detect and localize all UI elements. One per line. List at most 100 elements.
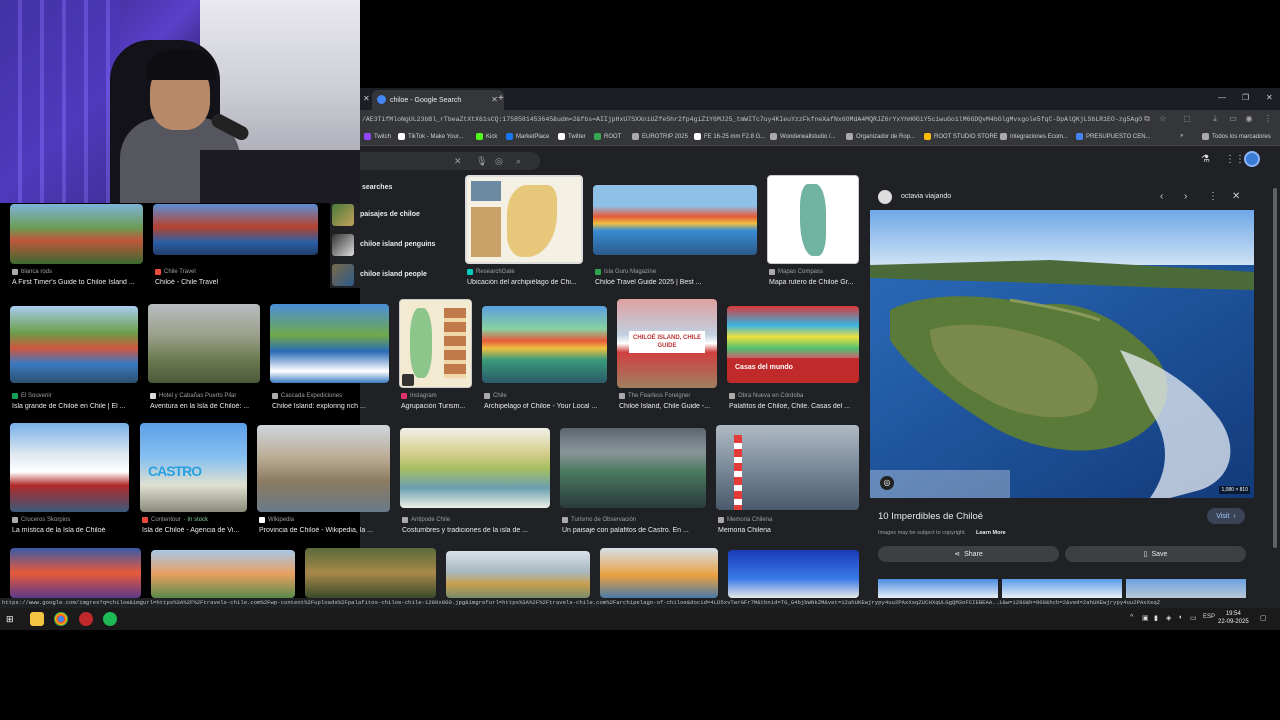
result-image[interactable] (465, 175, 583, 264)
result-title[interactable]: Un paisaje con palafitos de Castro. En .… (562, 527, 708, 534)
extensions-icon[interactable]: ⬚ (1182, 114, 1192, 124)
next-icon[interactable]: › (1184, 191, 1187, 202)
result-title[interactable]: Palafitos de Chiloé, Chile. Casas del ..… (729, 403, 859, 410)
labs-icon[interactable]: ⚗ (1201, 154, 1210, 165)
volume-icon[interactable]: ◖ (1178, 614, 1182, 621)
result-title[interactable]: A First Timer's Guide to Chiloe Island .… (12, 279, 147, 286)
result-image[interactable]: Casas del mundo (727, 306, 859, 383)
save-button[interactable]: ▯ Save (1065, 546, 1246, 562)
result-image[interactable] (482, 306, 607, 383)
result-title[interactable]: Memoria Chilena (718, 527, 861, 534)
related-image[interactable] (878, 579, 998, 598)
result-image[interactable]: CASTRO (140, 423, 247, 512)
result-title[interactable]: Mapa rutero de Chiloé Gr... (769, 279, 859, 286)
bookmark-marketplace[interactable]: MarketPlace (506, 133, 549, 140)
result-title[interactable]: Chiloé - Chile Travel (155, 279, 320, 286)
result-image[interactable] (305, 548, 436, 598)
bookmark-tiktok[interactable]: TikTok - Make Your... (398, 133, 463, 140)
bookmark-twitter[interactable]: Twitter (558, 133, 586, 140)
result-title[interactable]: Aventura en la Isla de Chiloé: ... (150, 403, 262, 410)
visit-button[interactable]: Visit › (1207, 508, 1245, 524)
related-image[interactable] (1002, 579, 1122, 598)
tab-google-search[interactable]: chiloe - Google Search ✕ (372, 90, 504, 110)
window-close-icon[interactable]: ✕ (1266, 93, 1273, 102)
apps-grid-icon[interactable]: ⋮⋮ (1225, 154, 1245, 165)
file-explorer-icon[interactable] (30, 612, 44, 626)
lens-icon[interactable]: ◎ (495, 156, 503, 167)
close-preview-icon[interactable]: ✕ (1232, 191, 1240, 202)
chrome-icon[interactable] (54, 612, 68, 626)
network-icon[interactable]: ◈ (1166, 614, 1171, 622)
spotify-icon[interactable] (103, 612, 117, 626)
windows-start-icon[interactable]: ⊞ (6, 612, 20, 626)
bookmark-root-studio[interactable]: ROOT STUDIO STORE (924, 133, 998, 140)
address-bar[interactable]: /AE3TifMloNgUL23bBl_rTbeaZtXtX61sCQ:1758… (360, 110, 1280, 130)
profile-icon[interactable]: ◉ (1244, 114, 1254, 124)
bookmark-root[interactable]: ROOT (594, 133, 621, 140)
result-image[interactable] (270, 304, 389, 383)
more-bookmarks-icon[interactable]: » (1180, 133, 1183, 139)
download-icon[interactable]: ⤓ (1210, 114, 1220, 124)
result-image[interactable] (593, 185, 757, 255)
previous-icon[interactable]: ‹ (1160, 191, 1163, 202)
bookmark-twitch[interactable]: Twitch (364, 133, 391, 140)
close-icon[interactable]: ✕ (363, 94, 370, 103)
result-image[interactable] (10, 423, 129, 512)
result-image[interactable] (560, 428, 706, 508)
translate-icon[interactable]: ⧉ (1142, 114, 1152, 124)
result-title[interactable]: Isla de Chiloé - Agencia de Vi... (142, 527, 249, 534)
result-title[interactable]: Provincia de Chiloé - Wikipedia, la ... (259, 527, 392, 534)
result-title[interactable]: Isla grande de Chiloé en Chile | El ... (12, 403, 140, 410)
minimize-icon[interactable]: — (1218, 93, 1226, 102)
maximize-icon[interactable]: ❐ (1242, 93, 1249, 102)
new-tab-icon[interactable]: + (498, 93, 504, 104)
sidebar-icon[interactable]: ▭ (1228, 114, 1238, 124)
clock[interactable]: 19:54 22-09-2025 (1218, 610, 1249, 626)
mic-icon[interactable]: 🎙 (476, 156, 487, 167)
result-image[interactable] (10, 548, 141, 598)
bookmark-integraciones[interactable]: Integraciones Ecom... (1000, 133, 1068, 140)
tray-app-icon[interactable]: ▣ (1142, 614, 1149, 622)
result-title[interactable]: La mística de la Isla de Chiloé (12, 527, 131, 534)
avatar[interactable] (1244, 151, 1260, 167)
result-image[interactable] (151, 550, 295, 598)
tray-chevron-icon[interactable]: ^ (1130, 614, 1133, 621)
clear-icon[interactable]: ✕ (454, 156, 462, 167)
result-title[interactable]: Chiloé Travel Guide 2025 | Best ... (595, 279, 759, 286)
result-image[interactable] (399, 299, 472, 388)
result-image[interactable] (148, 304, 260, 383)
bookmark-sony-lens[interactable]: FE 16-25 mm F2.8 G... (694, 133, 765, 140)
bookmark-eurotrip[interactable]: EUROTRIP 2025 (632, 133, 688, 140)
result-image[interactable] (716, 425, 859, 510)
result-image[interactable] (446, 551, 590, 598)
more-options-icon[interactable]: ⋮ (1208, 191, 1218, 202)
bookmark-kick[interactable]: Kick (476, 133, 497, 140)
result-title[interactable]: Chiloé Island, Chile Guide -... (619, 403, 719, 410)
result-title[interactable]: Chiloé Island: exploring rich ... (272, 403, 391, 410)
mic-tray-icon[interactable]: ▮ (1154, 614, 1158, 622)
result-title[interactable]: Ubicación del archipiélago de Chi... (467, 279, 583, 286)
language-indicator[interactable]: ESP (1203, 614, 1215, 620)
related-item[interactable]: chiloe island penguins (332, 232, 456, 258)
preview-image[interactable]: ◎ 1,080 × 810 (870, 210, 1254, 498)
scrollbar[interactable] (1273, 188, 1277, 548)
learn-more-link[interactable]: Learn More (976, 530, 1006, 536)
search-icon[interactable]: ⌕ (516, 156, 521, 167)
notifications-icon[interactable]: ▢ (1260, 614, 1267, 622)
tab-close-icon[interactable]: ✕ (491, 95, 498, 104)
result-title[interactable]: Costumbres y tradiciones de la isla de .… (402, 527, 550, 534)
result-title[interactable]: Agrupación Turism... (401, 403, 476, 410)
all-bookmarks[interactable]: Todos los marcadores (1202, 133, 1271, 140)
result-title[interactable]: Archipelago of Chiloe - Your Local ... (484, 403, 609, 410)
related-item[interactable]: paisajes de chiloe (332, 202, 456, 228)
result-image[interactable] (400, 428, 550, 508)
share-button[interactable]: ⋖ Share (878, 546, 1059, 562)
result-image[interactable] (728, 550, 859, 598)
related-image[interactable] (1126, 579, 1246, 598)
related-item[interactable]: chiloe island people (332, 262, 456, 288)
menu-icon[interactable]: ⋮ (1263, 114, 1273, 124)
search-input[interactable]: ✕ 🎙 ◎ ⌕ (360, 152, 540, 170)
obs-icon[interactable] (79, 612, 93, 626)
result-image[interactable]: CHILOÉ ISLAND, CHILE GUIDE (617, 299, 717, 388)
result-image[interactable] (10, 306, 138, 383)
